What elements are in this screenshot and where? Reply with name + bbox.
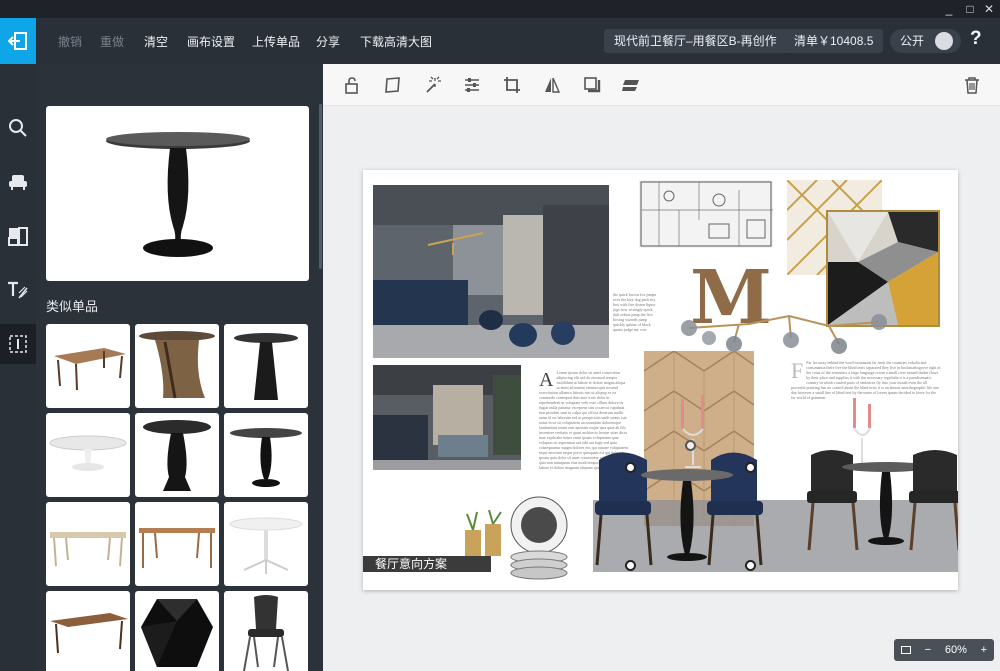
public-toggle[interactable]: 公开 [890, 29, 961, 53]
chandelier-image[interactable] [679, 298, 889, 358]
layout-icon [9, 335, 27, 353]
side-rail [0, 64, 36, 671]
minimize-button[interactable]: _ [940, 1, 958, 17]
moodboard-canvas[interactable]: A Lorem ipsum dolor sit amet consectetur… [363, 170, 958, 590]
similar-item[interactable] [224, 413, 308, 497]
close-button[interactable]: ✕ [980, 1, 998, 17]
title-bar: _ □ ✕ [0, 0, 1000, 18]
list-total-button[interactable]: 清单￥10408.5 [784, 29, 884, 53]
text-icon [8, 281, 28, 299]
canvas-toolbar [323, 64, 1000, 106]
distort-icon [385, 77, 400, 93]
similar-item[interactable] [46, 324, 130, 408]
material-icon [8, 227, 28, 246]
zoom-control: − 60% + [894, 639, 994, 661]
product-panel: 类似单品 [36, 64, 323, 671]
similar-item[interactable] [224, 324, 308, 408]
canvas-settings-button[interactable]: 画布设置 [187, 33, 235, 50]
layers-icon [622, 80, 639, 91]
similar-item[interactable] [135, 502, 219, 586]
magic-wand-icon [426, 76, 441, 93]
magic-wand-tool[interactable] [421, 74, 443, 96]
crop-icon [504, 77, 520, 93]
rail-furniture[interactable] [0, 162, 36, 202]
zoom-level: 60% [944, 644, 967, 656]
delete-icon [965, 77, 979, 94]
undo-button[interactable]: 撤销 [58, 33, 82, 50]
flip-tool[interactable] [541, 74, 563, 96]
similar-item[interactable] [46, 413, 130, 497]
rotate-handle[interactable] [685, 440, 696, 451]
canvas-area: A Lorem ipsum dolor sit amet consectetur… [323, 64, 1000, 671]
redo-button[interactable]: 重做 [100, 33, 124, 50]
flip-icon [545, 77, 561, 93]
rail-layout[interactable] [0, 324, 36, 364]
project-title[interactable]: 现代前卫餐厅–用餐区B-再创作 [604, 29, 787, 53]
adjust-tool[interactable] [461, 74, 483, 96]
dining-set-image[interactable] [591, 445, 958, 575]
crop-tool[interactable] [501, 74, 523, 96]
selected-item-preview[interactable] [46, 106, 309, 281]
public-label: 公开 [900, 34, 925, 48]
resize-handle[interactable] [745, 560, 756, 571]
similar-item[interactable] [135, 413, 219, 497]
layers-tool[interactable] [620, 74, 642, 96]
floor-plan-image[interactable] [639, 180, 773, 248]
restaurant-photo-2[interactable] [373, 365, 521, 470]
resize-handle[interactable] [745, 462, 756, 473]
tulip-table-image [106, 132, 250, 257]
similar-items-title: 类似单品 [46, 299, 99, 314]
rail-search[interactable] [0, 108, 36, 148]
rail-material[interactable] [0, 216, 36, 256]
similar-item[interactable] [224, 502, 308, 586]
download-hd-button[interactable]: 下载高清大图 [360, 33, 432, 50]
resize-handle[interactable] [625, 560, 636, 571]
fit-screen-icon[interactable] [900, 646, 911, 654]
shadow-tool[interactable] [581, 74, 603, 96]
planter-image[interactable] [461, 510, 506, 560]
shadow-icon [584, 77, 601, 93]
resize-handle[interactable] [625, 462, 636, 473]
share-button[interactable]: 分享 [316, 33, 340, 50]
distort-tool[interactable] [382, 74, 404, 96]
similar-item[interactable] [46, 591, 130, 671]
panel-scrollbar[interactable] [319, 104, 322, 269]
exit-button[interactable] [0, 18, 36, 64]
maximize-button[interactable]: □ [961, 1, 979, 17]
restaurant-photo-1[interactable] [373, 185, 609, 358]
unlock-icon [345, 77, 358, 94]
help-button[interactable]: ? [970, 28, 982, 50]
furniture-icon [9, 175, 27, 190]
board-caption[interactable]: 餐厅意向方案 [363, 556, 491, 572]
similar-item[interactable] [46, 502, 130, 586]
search-icon [9, 119, 27, 137]
zoom-out-button[interactable]: − [925, 644, 931, 656]
unlock-tool[interactable] [341, 74, 363, 96]
similar-item[interactable] [135, 591, 219, 671]
clear-button[interactable]: 清空 [144, 33, 168, 50]
delete-tool[interactable] [961, 74, 983, 96]
similar-item[interactable] [135, 324, 219, 408]
rail-text[interactable] [0, 270, 36, 310]
toggle-knob [935, 32, 953, 50]
similar-item[interactable] [224, 591, 308, 671]
top-toolbar: 撤销 重做 清空 画布设置 上传单品 分享 下载高清大图 现代前卫餐厅–用餐区B… [0, 18, 1000, 64]
adjust-icon [465, 78, 479, 92]
exit-icon [8, 32, 27, 50]
decorative-plates[interactable] [508, 495, 570, 580]
upload-item-button[interactable]: 上传单品 [252, 33, 300, 50]
zoom-in-button[interactable]: + [981, 644, 987, 656]
